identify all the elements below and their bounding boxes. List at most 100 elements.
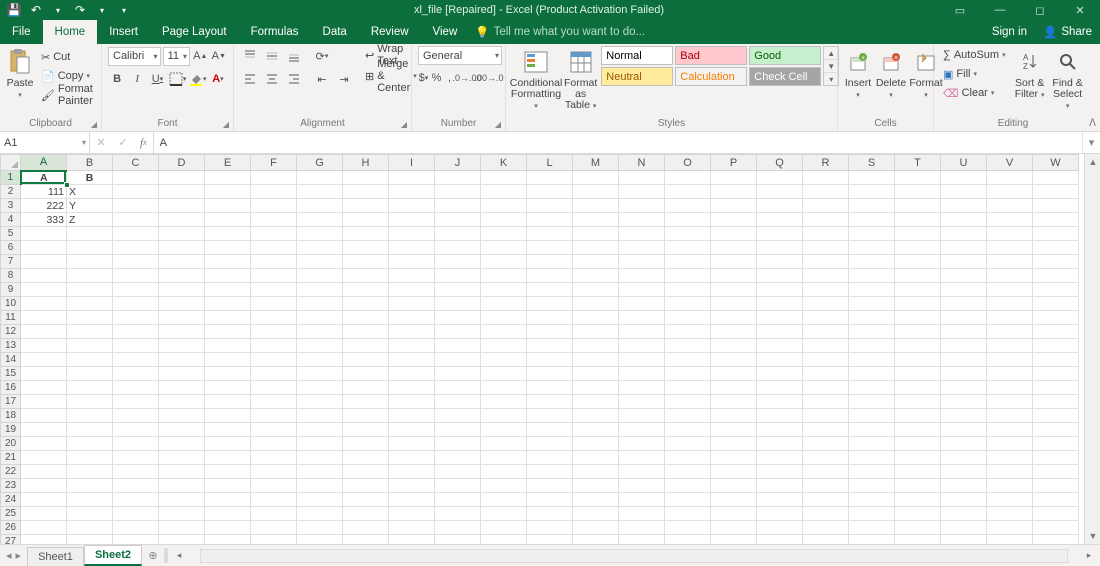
cell-D5[interactable]: [159, 227, 205, 241]
cell-E19[interactable]: [205, 423, 251, 437]
cell-T14[interactable]: [895, 353, 941, 367]
cell-D6[interactable]: [159, 241, 205, 255]
styles-scroll-down-icon[interactable]: ▼: [824, 60, 838, 73]
cell-V19[interactable]: [987, 423, 1033, 437]
cell-L24[interactable]: [527, 493, 573, 507]
cell-K13[interactable]: [481, 339, 527, 353]
cell-D15[interactable]: [159, 367, 205, 381]
select-all-corner[interactable]: [1, 155, 21, 171]
cell-C20[interactable]: [113, 437, 159, 451]
cell-V10[interactable]: [987, 297, 1033, 311]
cell-H7[interactable]: [343, 255, 389, 269]
cell-D20[interactable]: [159, 437, 205, 451]
cell-P23[interactable]: [711, 479, 757, 493]
col-header-V[interactable]: V: [987, 155, 1033, 171]
cell-Q4[interactable]: [757, 213, 803, 227]
cell-V25[interactable]: [987, 507, 1033, 521]
col-header-T[interactable]: T: [895, 155, 941, 171]
cell-L21[interactable]: [527, 451, 573, 465]
cell-P5[interactable]: [711, 227, 757, 241]
cell-F16[interactable]: [251, 381, 297, 395]
style-bad[interactable]: Bad: [675, 46, 747, 65]
italic-button[interactable]: I: [128, 69, 146, 89]
cell-T15[interactable]: [895, 367, 941, 381]
col-header-L[interactable]: L: [527, 155, 573, 171]
cell-I8[interactable]: [389, 269, 435, 283]
cell-A6[interactable]: [21, 241, 67, 255]
cell-F17[interactable]: [251, 395, 297, 409]
cell-H3[interactable]: [343, 199, 389, 213]
cell-B7[interactable]: [67, 255, 113, 269]
cell-J19[interactable]: [435, 423, 481, 437]
cell-H17[interactable]: [343, 395, 389, 409]
cell-V7[interactable]: [987, 255, 1033, 269]
cell-R26[interactable]: [803, 521, 849, 535]
cell-O4[interactable]: [665, 213, 711, 227]
cell-R5[interactable]: [803, 227, 849, 241]
cell-L13[interactable]: [527, 339, 573, 353]
cell-N5[interactable]: [619, 227, 665, 241]
cell-A18[interactable]: [21, 409, 67, 423]
cell-O12[interactable]: [665, 325, 711, 339]
cell-G9[interactable]: [297, 283, 343, 297]
cell-C3[interactable]: [113, 199, 159, 213]
cell-W20[interactable]: [1033, 437, 1079, 451]
cell-T26[interactable]: [895, 521, 941, 535]
cell-K23[interactable]: [481, 479, 527, 493]
cell-O18[interactable]: [665, 409, 711, 423]
cell-E22[interactable]: [205, 465, 251, 479]
cell-K3[interactable]: [481, 199, 527, 213]
cell-R21[interactable]: [803, 451, 849, 465]
cell-U2[interactable]: [941, 185, 987, 199]
cell-K16[interactable]: [481, 381, 527, 395]
cell-I11[interactable]: [389, 311, 435, 325]
cell-A15[interactable]: [21, 367, 67, 381]
cell-K7[interactable]: [481, 255, 527, 269]
cell-L9[interactable]: [527, 283, 573, 297]
cell-T5[interactable]: [895, 227, 941, 241]
cell-W4[interactable]: [1033, 213, 1079, 227]
cell-U1[interactable]: [941, 171, 987, 185]
cell-K25[interactable]: [481, 507, 527, 521]
cell-K10[interactable]: [481, 297, 527, 311]
cell-H13[interactable]: [343, 339, 389, 353]
col-header-D[interactable]: D: [159, 155, 205, 171]
cell-B6[interactable]: [67, 241, 113, 255]
cell-D22[interactable]: [159, 465, 205, 479]
expand-formula-bar-button[interactable]: ▾: [1082, 132, 1100, 153]
redo-dropdown-icon[interactable]: ▾: [92, 0, 112, 20]
cell-Q26[interactable]: [757, 521, 803, 535]
cell-J20[interactable]: [435, 437, 481, 451]
cell-R1[interactable]: [803, 171, 849, 185]
cell-N27[interactable]: [619, 535, 665, 545]
cell-T20[interactable]: [895, 437, 941, 451]
cell-O25[interactable]: [665, 507, 711, 521]
cell-J1[interactable]: [435, 171, 481, 185]
cell-V3[interactable]: [987, 199, 1033, 213]
cell-K21[interactable]: [481, 451, 527, 465]
cell-O9[interactable]: [665, 283, 711, 297]
cell-P24[interactable]: [711, 493, 757, 507]
cell-U5[interactable]: [941, 227, 987, 241]
cell-E21[interactable]: [205, 451, 251, 465]
cell-I4[interactable]: [389, 213, 435, 227]
cell-U8[interactable]: [941, 269, 987, 283]
insert-cells-button[interactable]: + Insert▾: [844, 46, 872, 101]
cell-G4[interactable]: [297, 213, 343, 227]
cell-C4[interactable]: [113, 213, 159, 227]
cell-D23[interactable]: [159, 479, 205, 493]
cell-V22[interactable]: [987, 465, 1033, 479]
cell-R20[interactable]: [803, 437, 849, 451]
cell-D12[interactable]: [159, 325, 205, 339]
cell-R24[interactable]: [803, 493, 849, 507]
cell-J14[interactable]: [435, 353, 481, 367]
cell-T4[interactable]: [895, 213, 941, 227]
cell-A24[interactable]: [21, 493, 67, 507]
cell-P27[interactable]: [711, 535, 757, 545]
cell-K8[interactable]: [481, 269, 527, 283]
cell-W13[interactable]: [1033, 339, 1079, 353]
col-header-N[interactable]: N: [619, 155, 665, 171]
align-bottom-button[interactable]: [284, 46, 304, 66]
cell-F14[interactable]: [251, 353, 297, 367]
cell-S7[interactable]: [849, 255, 895, 269]
